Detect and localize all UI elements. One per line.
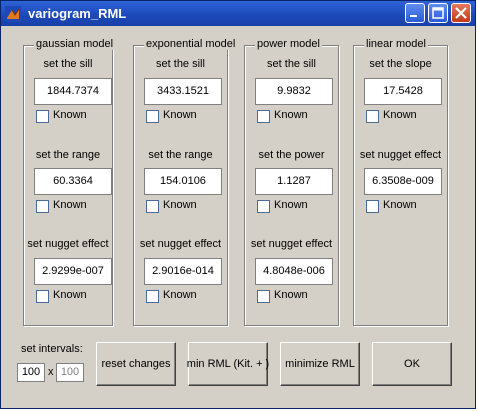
power-sill-input[interactable]: 9.9832: [255, 78, 333, 105]
checkbox-label: Known: [274, 199, 308, 211]
interval-x-input[interactable]: 100: [17, 363, 45, 382]
power-nugget-known-checkbox[interactable]: [257, 290, 270, 303]
panel-title: exponential model: [144, 38, 238, 50]
panel-title: gaussian model: [34, 38, 116, 50]
linear-slope-input[interactable]: 17.5428: [364, 78, 442, 105]
maximize-window-button[interactable]: [428, 3, 448, 23]
linear-slope-known-checkbox[interactable]: [366, 110, 379, 123]
field-label: set the power: [258, 149, 325, 161]
checkbox-label: Known: [383, 109, 417, 121]
checkbox-label: Known: [53, 289, 87, 301]
exponential-nugget-input[interactable]: 2.9016e-014: [144, 258, 222, 285]
min-rml-kit-button[interactable]: min RML (Kit. + ): [187, 342, 269, 386]
field-label: set the range: [35, 149, 101, 161]
power-exponent-known-checkbox[interactable]: [257, 200, 270, 213]
checkbox-label: Known: [53, 109, 87, 121]
minimize-window-button[interactable]: [405, 3, 425, 23]
checkbox-label: Known: [163, 289, 197, 301]
minimize-rml-button[interactable]: minimize RML: [280, 342, 360, 386]
checkbox-label: Known: [274, 109, 308, 121]
power-exponent-input[interactable]: 1.1287: [255, 168, 333, 195]
close-icon: [455, 7, 467, 19]
gaussian-range-known-checkbox[interactable]: [36, 200, 49, 213]
power-nugget-input[interactable]: 4.8048e-006: [255, 258, 333, 285]
field-label: set the range: [148, 149, 213, 161]
linear-model-panel: linear model set the slope 17.5428 Known…: [353, 38, 448, 326]
gaussian-sill-input[interactable]: 1844.7374: [34, 78, 112, 105]
field-label: set nugget effect: [359, 149, 442, 161]
maximize-icon: [432, 7, 444, 19]
intervals-label: set intervals:: [21, 343, 83, 355]
field-label: set the sill: [43, 58, 93, 70]
gaussian-model-panel: gaussian model set the sill 1844.7374 Kn…: [23, 38, 116, 326]
field-label: set the slope: [369, 58, 432, 70]
matlab-icon: [5, 6, 21, 22]
checkbox-label: Known: [53, 199, 87, 211]
reset-changes-button[interactable]: reset changes: [96, 342, 176, 386]
field-label: set nugget effect: [139, 238, 222, 250]
exponential-range-input[interactable]: 154.0106: [144, 168, 222, 195]
linear-nugget-input[interactable]: 6.3508e-009: [364, 168, 442, 195]
checkbox-label: Known: [163, 199, 197, 211]
variogram-window: variogram_RML gaussian model set the sil…: [0, 0, 476, 409]
interval-separator: x: [48, 366, 54, 378]
title-bar[interactable]: variogram_RML: [1, 1, 475, 26]
power-sill-known-checkbox[interactable]: [257, 110, 270, 123]
checkbox-label: Known: [274, 289, 308, 301]
window-title: variogram_RML: [28, 6, 127, 21]
exponential-sill-input[interactable]: 3433.1521: [144, 78, 222, 105]
gaussian-nugget-input[interactable]: 2.9299e-007: [34, 258, 112, 285]
panel-title: linear model: [364, 38, 428, 50]
checkbox-label: Known: [383, 199, 417, 211]
interval-y-input[interactable]: 100: [56, 363, 84, 382]
gaussian-sill-known-checkbox[interactable]: [36, 110, 49, 123]
exponential-model-panel: exponential model set the sill 3433.1521…: [133, 38, 238, 326]
minimize-icon: [410, 15, 417, 17]
client-area: gaussian model set the sill 1844.7374 Kn…: [5, 29, 471, 406]
panel-title: power model: [255, 38, 322, 50]
field-label: set the sill: [267, 58, 316, 70]
power-model-panel: power model set the sill 9.9832 Known se…: [244, 38, 339, 326]
close-window-button[interactable]: [451, 3, 471, 23]
field-label: set the sill: [156, 58, 205, 70]
gaussian-range-input[interactable]: 60.3364: [34, 168, 112, 195]
checkbox-label: Known: [163, 109, 197, 121]
exponential-nugget-known-checkbox[interactable]: [146, 290, 159, 303]
ok-button[interactable]: OK: [372, 342, 452, 386]
exponential-range-known-checkbox[interactable]: [146, 200, 159, 213]
linear-nugget-known-checkbox[interactable]: [366, 200, 379, 213]
exponential-sill-known-checkbox[interactable]: [146, 110, 159, 123]
field-label: set nugget effect: [27, 238, 109, 250]
field-label: set nugget effect: [250, 238, 333, 250]
gaussian-nugget-known-checkbox[interactable]: [36, 290, 49, 303]
